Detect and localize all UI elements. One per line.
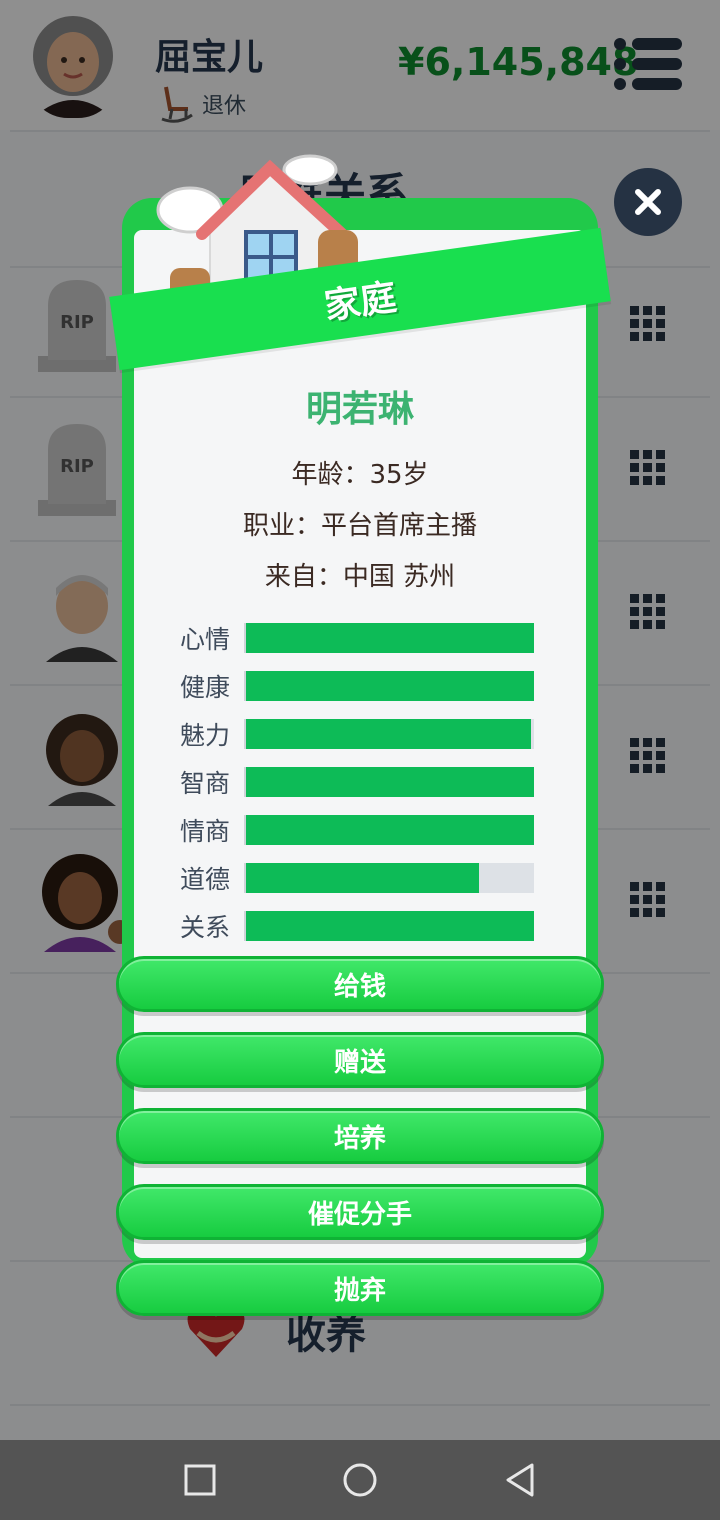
stats-list: 心情健康魅力智商情商道德关系	[180, 614, 540, 950]
stat-label: 健康	[180, 673, 231, 702]
urge-breakup-button[interactable]: 催促分手	[116, 1184, 604, 1240]
action-label: 赠送	[333, 1047, 386, 1078]
stat-label: 关系	[180, 913, 231, 942]
action-label: 给钱	[333, 971, 386, 1002]
nurture-button[interactable]: 培养	[116, 1108, 604, 1164]
stat-row: 关系	[180, 902, 540, 950]
stat-bar	[244, 815, 534, 845]
close-button[interactable]	[614, 168, 682, 236]
circle-icon[interactable]	[336, 1456, 384, 1504]
stat-bar-fill	[246, 671, 534, 701]
back-triangle-icon[interactable]	[496, 1456, 544, 1504]
close-icon	[635, 189, 661, 215]
stat-row: 情商	[180, 806, 540, 854]
stat-row: 心情	[180, 614, 540, 662]
stat-bar-fill	[246, 719, 532, 749]
ribbon-title: 家庭	[321, 277, 399, 328]
stat-label: 道德	[180, 865, 231, 894]
job-line: 职业：平台首席主播	[242, 511, 477, 541]
action-label: 抛弃	[333, 1275, 386, 1306]
stat-row: 智商	[180, 758, 540, 806]
stat-bar	[244, 719, 534, 749]
gift-button[interactable]: 赠送	[116, 1032, 604, 1088]
stat-bar-fill	[246, 815, 534, 845]
stat-bar	[244, 671, 534, 701]
stat-label: 情商	[180, 817, 231, 846]
action-label: 催促分手	[307, 1199, 412, 1230]
stat-bar-fill	[246, 623, 534, 653]
stat-label: 魅力	[180, 721, 231, 750]
square-icon[interactable]	[176, 1456, 224, 1504]
stat-bar	[244, 623, 534, 653]
from-line: 来自：中国 苏州	[264, 562, 456, 592]
stat-label: 心情	[180, 625, 231, 654]
stat-row: 魅力	[180, 710, 540, 758]
stat-row: 健康	[180, 662, 540, 710]
stat-bar	[244, 911, 534, 941]
stat-bar-fill	[246, 863, 480, 893]
give-money-button[interactable]: 给钱	[116, 956, 604, 1012]
stat-bar	[244, 767, 534, 797]
abandon-button[interactable]: 抛弃	[116, 1260, 604, 1316]
action-label: 培养	[333, 1123, 386, 1154]
person-name: 明若琳	[305, 389, 414, 430]
system-nav-bar	[0, 1440, 720, 1520]
stat-bar-fill	[246, 767, 534, 797]
stat-label: 智商	[180, 769, 231, 798]
stat-row: 道德	[180, 854, 540, 902]
age-line: 年龄：35岁	[291, 460, 429, 490]
stat-bar	[244, 863, 534, 893]
stat-bar-fill	[246, 911, 534, 941]
